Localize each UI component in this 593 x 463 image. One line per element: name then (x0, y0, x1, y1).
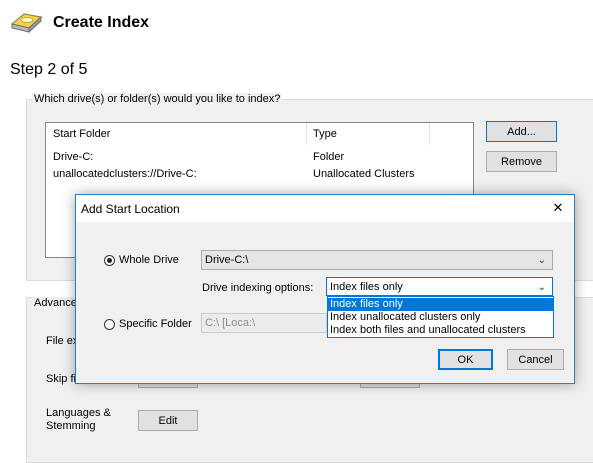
app-icon (10, 10, 43, 34)
page-title: Create Index (53, 14, 150, 31)
create-index-window: { "header": { "title": "Create Index", "… (0, 0, 593, 463)
specific-folder-label[interactable]: Specific Folder (119, 318, 192, 330)
languages-label: Languages & Stemming (46, 407, 111, 432)
column-header-start-folder[interactable]: Start Folder (53, 123, 110, 145)
skip-files-label: Skip fi (46, 373, 76, 385)
indexing-options-dropdown: Index files only Index unallocated clust… (327, 296, 554, 338)
remove-button[interactable]: Remove (486, 151, 557, 172)
languages-edit-button[interactable]: Edit (138, 410, 198, 431)
indexing-options-select[interactable]: Index files only ⌄ (326, 277, 553, 296)
whole-drive-label[interactable]: Whole Drive (119, 254, 179, 266)
indexing-option-both[interactable]: Index both files and unallocated cluster… (328, 324, 553, 337)
indexing-option-unallocated-only[interactable]: Index unallocated clusters only (328, 311, 553, 324)
file-extensions-label: File ex (46, 335, 79, 347)
advanced-group-caption: Advance (32, 297, 79, 309)
row-1-type: Folder (313, 151, 345, 163)
drives-group-caption: Which drive(s) or folder(s) would you li… (32, 93, 283, 105)
dialog-titlebar: Add Start Location ✕ (76, 195, 574, 222)
hard-drive-icon (10, 13, 43, 34)
drive-select[interactable]: Drive-C:\ ⌄ (201, 250, 553, 270)
row-1-folder[interactable]: Drive-C: (53, 151, 93, 163)
chevron-down-icon: ⌄ (537, 282, 546, 293)
chevron-down-icon: ⌄ (537, 255, 546, 266)
add-button[interactable]: Add... (486, 121, 557, 142)
specific-folder-select: C:\ [Loca:\ (201, 313, 327, 333)
drive-select-value: Drive-C:\ (205, 254, 249, 266)
indexing-options-label: Drive indexing options: (202, 282, 314, 294)
specific-folder-value: C:\ [Loca:\ (205, 317, 256, 329)
cancel-button[interactable]: Cancel (507, 349, 564, 370)
row-2-folder[interactable]: unallocatedclusters://Drive-C: (53, 168, 197, 180)
column-header-type[interactable]: Type (313, 123, 337, 145)
row-2-type: Unallocated Clusters (313, 168, 415, 180)
dialog-title: Add Start Location (81, 202, 180, 216)
specific-folder-radio[interactable] (104, 319, 115, 330)
whole-drive-radio[interactable] (104, 255, 115, 266)
close-icon[interactable]: ✕ (546, 200, 570, 218)
add-start-location-dialog: Add Start Location ✕ Whole Drive Drive-C… (75, 194, 575, 384)
ok-button[interactable]: OK (438, 349, 493, 370)
indexing-option-files-only[interactable]: Index files only (328, 298, 553, 311)
indexing-options-value: Index files only (330, 280, 403, 293)
step-indicator: Step 2 of 5 (10, 61, 88, 78)
